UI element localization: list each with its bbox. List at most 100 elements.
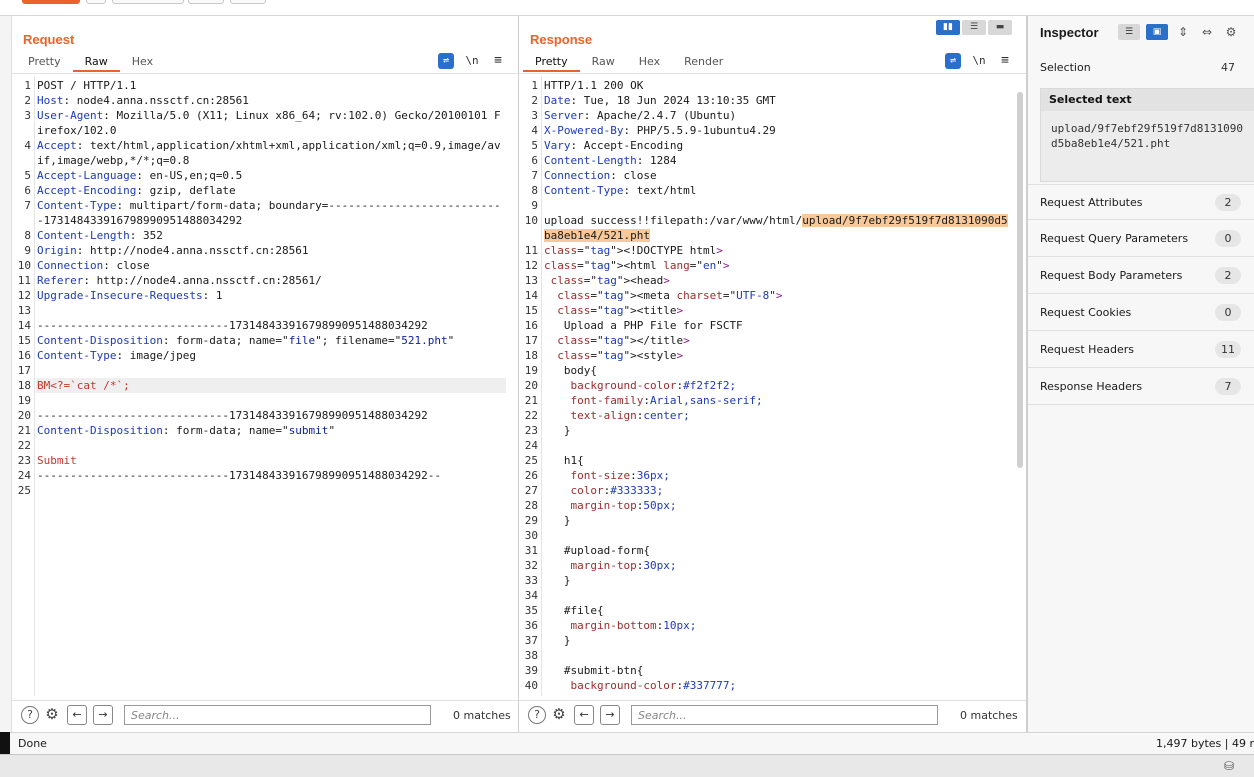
code-line[interactable]: 17: [18, 363, 506, 378]
inspector-row-request-body-parameters[interactable]: Request Body Parameters 2: [1028, 258, 1254, 294]
code-line[interactable]: 22: [18, 438, 506, 453]
split-vertical-icon[interactable]: ☰: [962, 20, 986, 35]
code-line[interactable]: 6 Accept-Encoding: gzip, deflate: [24, 183, 506, 198]
response-tab-render[interactable]: Render: [672, 54, 735, 72]
expand-all-icon[interactable]: ⇕: [1174, 24, 1192, 40]
toolbar-button-edge[interactable]: [230, 0, 266, 4]
code-line[interactable]: 4 X-Powered-By: PHP/5.5.9-1ubuntu4.29: [531, 123, 1014, 138]
request-tab-hex[interactable]: Hex: [120, 54, 165, 72]
code-line[interactable]: 2 Date: Tue, 18 Jun 2024 13:10:35 GMT: [531, 93, 1014, 108]
newline-icon[interactable]: \n: [971, 53, 987, 69]
code-line[interactable]: 23 }: [525, 423, 1014, 438]
wrap-lines-icon[interactable]: ⇌: [438, 53, 454, 69]
code-line[interactable]: 4 Accept: text/html,application/xhtml+xml…: [24, 138, 506, 168]
code-line[interactable]: 20 -----------------------------173148433…: [18, 408, 506, 423]
code-line[interactable]: 24 -----------------------------173148433…: [18, 468, 506, 483]
code-line[interactable]: 6 Content-Length: 1284: [531, 153, 1014, 168]
code-line[interactable]: 14 class="tag"><meta charset="UTF-8">: [525, 288, 1014, 303]
inspector-row-request-headers[interactable]: Request Headers 11: [1028, 332, 1254, 368]
toolbar-button-edge[interactable]: [86, 0, 106, 4]
split-horizontal-icon[interactable]: ▮▮: [936, 20, 960, 35]
send-button-edge[interactable]: [22, 0, 80, 4]
inspector-row-request-attributes[interactable]: Request Attributes 2: [1028, 184, 1254, 220]
response-tab-hex[interactable]: Hex: [627, 54, 672, 72]
code-line[interactable]: 2 Host: node4.anna.nssctf.cn:28561: [24, 93, 506, 108]
prev-match-button[interactable]: ←: [574, 705, 594, 725]
code-line[interactable]: 1 HTTP/1.1 200 OK: [531, 78, 1014, 93]
code-line[interactable]: 18 class="tag"><style>: [525, 348, 1014, 363]
code-line[interactable]: 22 text-align:center;: [525, 408, 1014, 423]
help-icon[interactable]: ?: [528, 706, 546, 724]
selected-text-value[interactable]: upload/9f7ebf29f519f7d8131090 d5ba8eb1e4…: [1041, 111, 1254, 161]
toolbar-button-edge[interactable]: [188, 0, 224, 4]
code-line[interactable]: 26 font-size:36px;: [525, 468, 1014, 483]
code-line[interactable]: 15 Content-Disposition: form-data; name="…: [18, 333, 506, 348]
code-line[interactable]: 21 font-family:Arial,sans-serif;: [525, 393, 1014, 408]
code-line[interactable]: 29 }: [525, 513, 1014, 528]
code-line[interactable]: 3 Server: Apache/2.4.7 (Ubuntu): [531, 108, 1014, 123]
code-line[interactable]: 10 Connection: close: [18, 258, 506, 273]
code-line[interactable]: 20 background-color:#f2f2f2;: [525, 378, 1014, 393]
menu-icon[interactable]: ≡: [490, 53, 506, 69]
next-match-button[interactable]: →: [600, 705, 620, 725]
code-line[interactable]: 21 Content-Disposition: form-data; name="…: [18, 423, 506, 438]
code-line[interactable]: 25 h1{: [525, 453, 1014, 468]
search-input[interactable]: [124, 705, 431, 725]
newline-icon[interactable]: \n: [464, 53, 480, 69]
code-line[interactable]: 35 #file{: [525, 603, 1014, 618]
code-line[interactable]: 12 Upgrade-Insecure-Requests: 1: [18, 288, 506, 303]
code-line[interactable]: 19 body{: [525, 363, 1014, 378]
code-line[interactable]: 5 Accept-Language: en-US,en;q=0.5: [24, 168, 506, 183]
code-line[interactable]: 16 Content-Type: image/jpeg: [18, 348, 506, 363]
code-line[interactable]: 39 #submit-btn{: [525, 663, 1014, 678]
next-match-button[interactable]: →: [93, 705, 113, 725]
inspector-selection-row[interactable]: Selection 47: [1028, 50, 1254, 86]
code-line[interactable]: 8 Content-Type: text/html: [531, 183, 1014, 198]
code-line[interactable]: 38: [525, 648, 1014, 663]
inspector-row-response-headers[interactable]: Response Headers 7: [1028, 369, 1254, 405]
toolbar-button-edge[interactable]: [112, 0, 184, 4]
code-line[interactable]: 11 class="tag"><!DOCTYPE html>: [525, 243, 1014, 258]
response-code[interactable]: 1 HTTP/1.1 200 OK 2 Date: Tue, 18 Jun 2024 …: [525, 78, 1014, 693]
code-line[interactable]: 16 Upload a PHP File for FSCTF: [525, 318, 1014, 333]
code-line[interactable]: 37 }: [525, 633, 1014, 648]
code-line[interactable]: 1 POST / HTTP/1.1: [24, 78, 506, 93]
code-line[interactable]: 14 -----------------------------173148433…: [18, 318, 506, 333]
request-tab-raw[interactable]: Raw: [72, 54, 120, 72]
code-line[interactable]: 19: [18, 393, 506, 408]
code-line[interactable]: 32 margin-top:30px;: [525, 558, 1014, 573]
inspector-row-request-cookies[interactable]: Request Cookies 0: [1028, 295, 1254, 331]
request-editor[interactable]: 1 POST / HTTP/1.1 2 Host: node4.anna.nssctf…: [12, 76, 518, 696]
code-line[interactable]: 31 #upload-form{: [525, 543, 1014, 558]
code-line[interactable]: 40 background-color:#337777;: [525, 678, 1014, 693]
code-line[interactable]: 11 Referer: http://node4.anna.nssctf.cn:2…: [18, 273, 506, 288]
code-line[interactable]: 13: [18, 303, 506, 318]
request-code[interactable]: 1 POST / HTTP/1.1 2 Host: node4.anna.nssctf…: [18, 78, 506, 498]
code-line[interactable]: 12 class="tag"><html lang="en">: [525, 258, 1014, 273]
wrap-lines-icon[interactable]: ⇌: [945, 53, 961, 69]
code-line[interactable]: 24: [525, 438, 1014, 453]
search-input[interactable]: [631, 705, 938, 725]
menu-icon[interactable]: ≡: [997, 53, 1013, 69]
code-line[interactable]: 9: [531, 198, 1014, 213]
response-editor[interactable]: 1 HTTP/1.1 200 OK 2 Date: Tue, 18 Jun 2024 …: [519, 76, 1026, 696]
response-scrollbar[interactable]: [1017, 92, 1023, 468]
code-line[interactable]: 25: [18, 483, 506, 498]
code-line[interactable]: 27 color:#333333;: [525, 483, 1014, 498]
gear-icon[interactable]: ⚙: [1222, 24, 1240, 40]
code-line[interactable]: 3 User-Agent: Mozilla/5.0 (X11; Linux x86…: [24, 108, 506, 138]
code-line[interactable]: 34: [525, 588, 1014, 603]
code-line[interactable]: 15 class="tag"><title>: [525, 303, 1014, 318]
code-line[interactable]: 8 Content-Length: 352: [24, 228, 506, 243]
code-line[interactable]: 7 Connection: close: [531, 168, 1014, 183]
help-icon[interactable]: ?: [21, 706, 39, 724]
gear-icon[interactable]: ⚙: [550, 706, 568, 724]
code-line[interactable]: 23 Submit: [18, 453, 506, 468]
code-line[interactable]: 5 Vary: Accept-Encoding: [531, 138, 1014, 153]
request-tab-pretty[interactable]: Pretty: [16, 54, 73, 72]
collapse-all-icon[interactable]: ⇔: [1198, 24, 1216, 40]
code-line[interactable]: 17 class="tag"></title>: [525, 333, 1014, 348]
tabs-layout-icon[interactable]: ▬: [988, 20, 1012, 35]
panel-view-icon[interactable]: ▣: [1146, 24, 1168, 40]
code-line[interactable]: 10 upload success!!filepath:/var/www/html…: [525, 213, 1014, 243]
